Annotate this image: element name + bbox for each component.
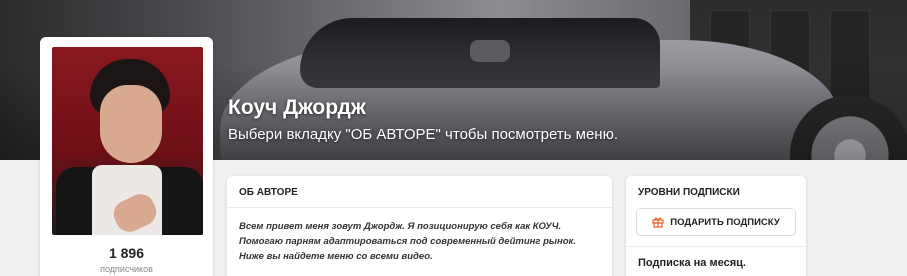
about-text: Всем привет меня зовут Джордж. Я позицио… [239,221,576,262]
subscribers-count: 1 896 [108,245,145,261]
profile-card: 1 896 подписчиков [40,37,213,276]
subscription-levels-card: УРОВНИ ПОДПИСКИ ПОДАРИТЬ ПОДПИСКУ Подпис… [626,176,806,276]
about-heading: ОБ АВТОРЕ [227,176,612,208]
gift-icon [652,216,664,228]
avatar[interactable] [52,47,203,235]
page-subtitle: Выбери вкладку "ОБ АВТОРЕ" чтобы посмотр… [228,126,619,143]
subscribers-label: подписчиков [100,264,153,274]
subscription-level-title[interactable]: Подписка на месяц. [638,257,746,269]
page-title: Коуч Джордж [228,96,366,119]
gift-subscription-button[interactable]: ПОДАРИТЬ ПОДПИСКУ [636,208,796,236]
levels-heading: УРОВНИ ПОДПИСКИ [638,187,740,198]
gift-subscription-label: ПОДАРИТЬ ПОДПИСКУ [670,216,780,228]
divider [626,246,806,247]
about-card: ОБ АВТОРЕ Всем привет меня зовут Джордж.… [227,176,612,276]
